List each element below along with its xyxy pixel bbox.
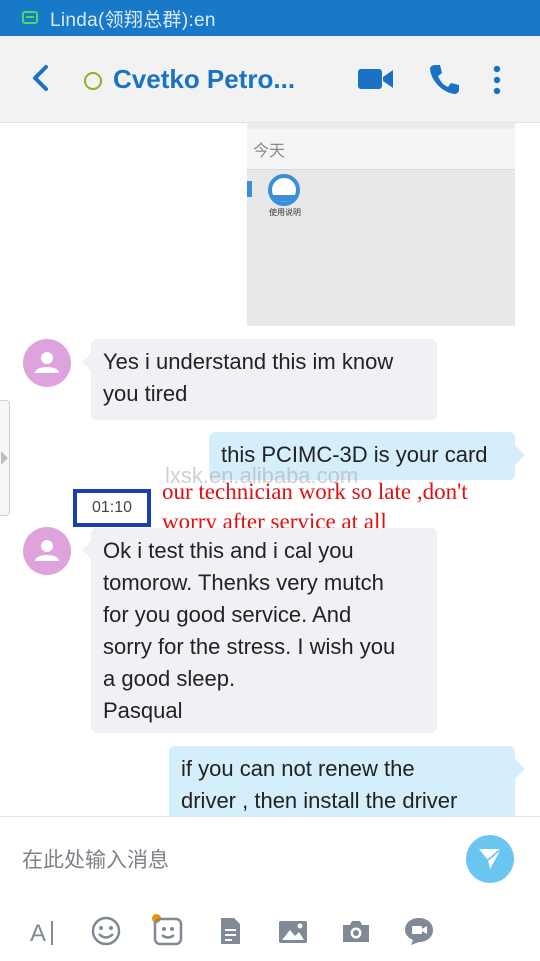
annotation-line: our technician work so late ,don't xyxy=(162,479,468,504)
bubble-tail xyxy=(515,759,525,779)
message-line: driver , then install the driver xyxy=(181,788,458,813)
message-list[interactable]: 今天 使用说明 Yes i understand this im know yo… xyxy=(0,123,540,816)
message-line: sorry for the stress. I wish you xyxy=(103,634,396,659)
message-line: Pasqual xyxy=(103,698,183,723)
message-line: if you can not renew the xyxy=(181,756,415,781)
file-shortcut-label: 使用说明 xyxy=(269,208,301,217)
presence-status-icon xyxy=(84,72,102,90)
incoming-message[interactable]: Yes i understand this im know you tired xyxy=(91,339,437,420)
image-gallery-icon[interactable] xyxy=(277,915,309,947)
message-line: a good sleep. xyxy=(103,666,236,691)
phone-icon[interactable] xyxy=(428,62,460,96)
cropped-file-icon xyxy=(247,179,253,203)
outgoing-message[interactable]: if you can not renew the driver , then i… xyxy=(169,746,515,816)
text-format-icon[interactable]: A xyxy=(28,915,60,947)
image-date-label: 今天 xyxy=(253,141,286,160)
shared-image-message[interactable]: 今天 使用说明 xyxy=(247,123,515,326)
emoji-icon[interactable] xyxy=(90,915,122,947)
contact-avatar[interactable] xyxy=(23,339,71,387)
message-line: for you good service. And xyxy=(103,602,352,627)
message-line: tomorow. Thenks very mutch xyxy=(103,570,384,595)
image-header-strip xyxy=(247,129,515,169)
contact-name[interactable]: Cvetko Petro... xyxy=(113,64,333,95)
side-drawer-handle[interactable] xyxy=(0,400,10,516)
contact-avatar[interactable] xyxy=(23,527,71,575)
video-message-icon[interactable] xyxy=(403,915,435,947)
video-call-icon[interactable] xyxy=(356,64,396,94)
back-chevron-icon[interactable] xyxy=(26,62,58,94)
sticker-icon[interactable] xyxy=(152,915,184,947)
message-line: Ok i test this and i cal you xyxy=(103,538,354,563)
incoming-message[interactable]: Ok i test this and i cal you tomorow. Th… xyxy=(91,528,437,733)
send-icon[interactable] xyxy=(466,835,514,883)
message-timestamp: 01:10 xyxy=(73,489,151,527)
person-icon xyxy=(35,540,59,561)
file-icon[interactable] xyxy=(214,915,246,947)
status-bar-text: Linda(领翔总群):en xyxy=(50,9,216,31)
conversation-header: Cvetko Petro... xyxy=(0,36,540,123)
file-shortcut-icon xyxy=(267,173,301,207)
message-line: Yes i understand this im know xyxy=(103,349,394,374)
svg-text:A: A xyxy=(30,920,46,947)
message-composer: A xyxy=(0,816,540,961)
message-input[interactable] xyxy=(20,837,444,883)
bubble-tail xyxy=(515,445,525,465)
message-notification-icon xyxy=(22,10,38,26)
person-icon xyxy=(35,352,59,373)
camera-icon[interactable] xyxy=(340,915,372,947)
more-vertical-icon[interactable] xyxy=(486,64,508,96)
drawer-arrow-icon xyxy=(1,451,8,465)
status-bar: Linda(领翔总群):en xyxy=(0,0,540,36)
message-line: you tired xyxy=(103,381,188,406)
